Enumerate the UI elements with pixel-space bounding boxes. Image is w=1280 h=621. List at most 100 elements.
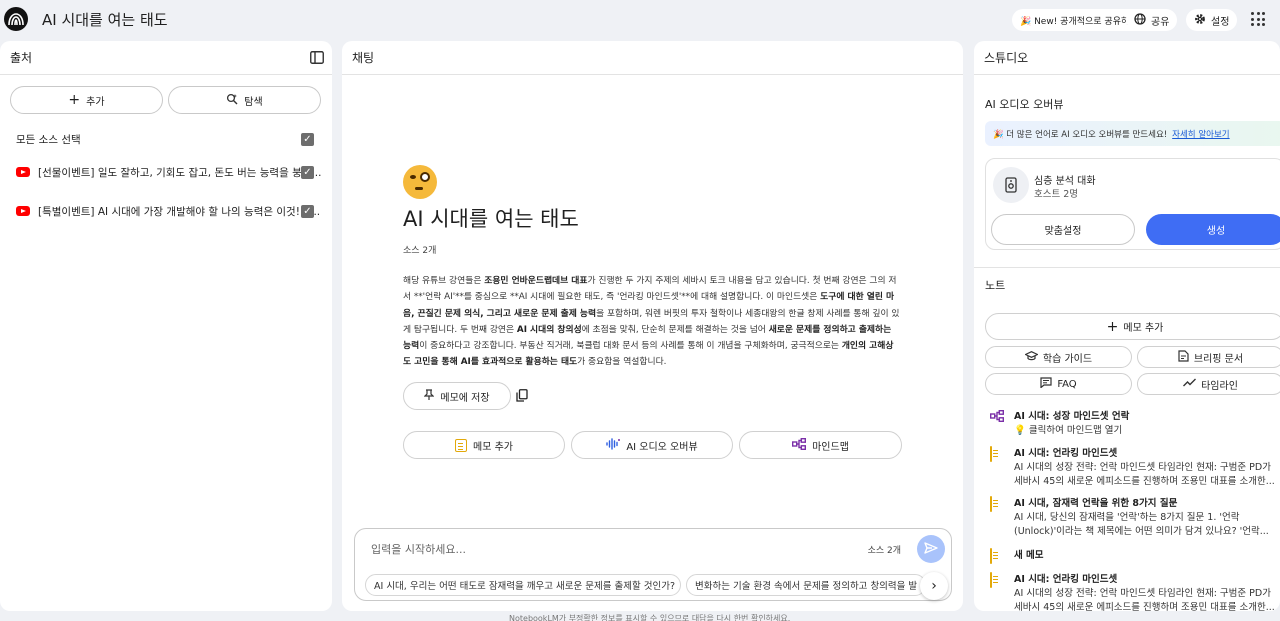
source-item-title: [선물이벤트] 일도 잘하고, 기회도 잡고, 돈도 버는 능력을 붕인...: [38, 166, 322, 179]
document-icon: [990, 446, 992, 462]
timeline-label: 타임라인: [1201, 380, 1238, 392]
explore-sources-button[interactable]: 탐색: [168, 86, 321, 114]
share-label: 공유: [1151, 16, 1170, 28]
globe-icon: [1134, 12, 1146, 28]
chat-input[interactable]: 입력을 시작하세요...: [371, 541, 466, 557]
add-note-label: 메모 추가: [1123, 323, 1164, 334]
save-to-note-label: 메모에 저장: [440, 392, 490, 404]
note-item[interactable]: 새 메모: [990, 547, 1280, 565]
explore-label: 탐색: [244, 96, 263, 108]
input-source-count: 소스 2개: [867, 546, 901, 556]
notebook-summary: 해당 유튜브 강연들은 조용민 언바운드랩데브 대표가 진행한 두 가지 주제의…: [403, 273, 901, 371]
note-preview: 세바시 45의 새로운 에피소드를 진행하며 조용민 대표를 소개한...: [1014, 476, 1275, 487]
faq-label: FAQ: [1057, 378, 1077, 390]
mindmap-icon: [989, 409, 1005, 423]
document-edit-icon: [1178, 349, 1189, 365]
note-preview: (Unlock)'이라는 책 제목에는 어떤 의미가 담겨 있나요? '언락..…: [1014, 526, 1269, 537]
source-checkbox[interactable]: ✓: [301, 205, 314, 218]
mindmap-label: 마인드맵: [812, 441, 849, 453]
note-item[interactable]: AI 시대, 잠재력 언락을 위한 8가지 질문 AI 시대, 당신의 잠재력을…: [990, 495, 1280, 539]
note-preview: 💡 클릭하여 마인드맵 열기: [1014, 425, 1123, 436]
audio-file-icon: [993, 167, 1029, 203]
note-doc-icon: [455, 438, 467, 452]
note-preview: AI 시대의 성장 전략: 언락 마인드셋 타임라인 현재: 구범준 PD가: [1014, 588, 1271, 599]
apps-grid-icon[interactable]: [1251, 12, 1265, 26]
document-icon: [990, 496, 992, 512]
top-bar: AI 시대를 여는 태도 🎉 New! 공개적으로 공유하기 공유 설정: [0, 0, 1280, 38]
add-source-button[interactable]: + 추가: [10, 86, 163, 114]
faq-button[interactable]: FAQ: [985, 373, 1132, 395]
thinking-face-emoji-icon: [403, 165, 437, 199]
summary-bold-text: AI 시대의 창의성: [516, 324, 582, 335]
suggested-question[interactable]: AI 시대, 우리는 어떤 태도로 잠재력을 깨우고 새로운 문제를 출제할 것…: [365, 574, 681, 596]
suggested-question-text: 변화하는 기술 환경 속에서 문제를 정의하고 창의력을 발: [695, 581, 918, 592]
audio-overview-button[interactable]: AI 오디오 오버뷰: [571, 431, 733, 459]
chat-input-box: 입력을 시작하세요... 소스 2개 AI 시대, 우리는 어떤 태도로 잠재력…: [354, 528, 952, 601]
note-item[interactable]: AI 시대: 성장 마인드셋 언락 💡 클릭하여 마인드맵 열기: [989, 408, 1280, 438]
language-banner: 🎉 더 많은 언어로 AI 오디오 오버뷰를 만드세요! 자세히 알아보기: [985, 121, 1280, 146]
add-note-button[interactable]: + 메모 추가: [985, 313, 1280, 340]
customize-button[interactable]: 맞춤설정: [991, 214, 1135, 245]
source-item[interactable]: [선물이벤트] 일도 잘하고, 기회도 잡고, 돈도 버는 능력을 붕인...: [16, 162, 321, 182]
studio-title: 스튜디오: [984, 51, 1029, 65]
briefing-doc-button[interactable]: 브리핑 문서: [1137, 346, 1280, 368]
mindmap-button[interactable]: 마인드맵: [739, 431, 902, 459]
suggested-question[interactable]: 변화하는 기술 환경 속에서 문제를 정의하고 창의력을 발: [686, 574, 926, 596]
audio-title: 심층 분석 대화: [1034, 176, 1096, 187]
notebook-title[interactable]: AI 시대를 여는 태도: [42, 9, 168, 30]
note-preview: 세바시 45의 새로운 에피소드를 진행하며 조용민 대표를 소개한...: [1014, 602, 1275, 611]
suggested-question-text: AI 시대, 우리는 어떤 태도로 잠재력을 깨우고 새로운 문제를 출제할 것…: [374, 581, 676, 592]
note-title: AI 시대: 성장 마인드셋 언락: [1014, 411, 1130, 422]
send-button[interactable]: [917, 535, 945, 563]
select-all-checkbox[interactable]: ✓: [301, 133, 314, 146]
audio-wave-icon: [606, 437, 621, 453]
note-item[interactable]: AI 시대: 언라킹 마인드셋 AI 시대의 성장 전략: 언락 마인드셋 타임…: [990, 571, 1280, 611]
copy-icon[interactable]: [516, 389, 528, 402]
notes-section-title: 노트: [985, 279, 1006, 292]
source-count: 소스 2개: [403, 246, 437, 256]
youtube-icon: [16, 206, 30, 216]
audio-overview-card: 심층 분석 대화 호스트 2명 맞춤설정 생성: [985, 158, 1280, 250]
share-button[interactable]: 공유: [1126, 9, 1178, 31]
chat-bubble-icon: [1040, 377, 1052, 391]
document-icon: [990, 548, 992, 564]
source-item-title: [특별이벤트] AI 시대에 가장 개발해야 할 나의 능력은 이것! | ..…: [38, 205, 321, 218]
pin-icon: [423, 388, 435, 404]
graduation-cap-icon: [1023, 350, 1039, 364]
plus-icon: +: [68, 92, 81, 108]
disclaimer-footnote: NotebookLM가 부정확한 정보를 표시할 수 있으므로 대답을 다시 한…: [509, 614, 791, 621]
notebook-heading: AI 시대를 여는 태도: [403, 207, 579, 231]
timeline-button[interactable]: 타임라인: [1137, 373, 1280, 395]
study-guide-button[interactable]: 학습 가이드: [985, 346, 1132, 368]
note-title: AI 시대: 언라킹 마인드셋: [1014, 574, 1118, 585]
note-title: AI 시대, 잠재력 언락을 위한 8가지 질문: [1014, 498, 1178, 509]
settings-button[interactable]: 설정: [1186, 9, 1238, 31]
notebooklm-logo-icon[interactable]: [4, 7, 28, 31]
search-sparkle-icon: [226, 93, 238, 108]
note-preview: AI 시대의 성장 전략: 언락 마인드셋 타임라인 현재: 구범준 PD가: [1014, 462, 1271, 473]
collapse-panel-icon[interactable]: [310, 51, 324, 67]
studio-header: 스튜디오: [974, 41, 1280, 75]
note-title: AI 시대: 언라킹 마인드셋: [1014, 448, 1118, 459]
audio-hosts: 호스트 2명: [1034, 189, 1079, 200]
summary-text: 가 중요함을 역설합니다.: [577, 357, 667, 368]
sources-panel: 출처 + 추가 탐색 모든 소스 선택 ✓ [선물이벤트] 일도 잘하고, 기회…: [0, 41, 332, 611]
chat-panel: 채팅 AI 시대를 여는 태도 소스 2개 해당 유튜브 강연들은 조용민 언바…: [342, 41, 963, 611]
sources-header: 출처: [0, 41, 332, 75]
chat-header: 채팅: [342, 41, 963, 75]
generate-button[interactable]: 생성: [1146, 214, 1280, 245]
note-item[interactable]: AI 시대: 언라킹 마인드셋 AI 시대의 성장 전략: 언락 마인드셋 타임…: [990, 445, 1280, 489]
audio-overview-section-title: AI 오디오 오버뷰: [985, 98, 1064, 111]
notebook-guide: AI 시대를 여는 태도 소스 2개 해당 유튜브 강연들은 조용민 언바운드랩…: [403, 165, 903, 371]
mindmap-icon: [792, 437, 807, 453]
save-to-note-button[interactable]: 메모에 저장: [403, 382, 511, 410]
add-note-button[interactable]: 메모 추가: [403, 431, 565, 459]
source-item[interactable]: [특별이벤트] AI 시대에 가장 개발해야 할 나의 능력은 이것! | ..…: [16, 201, 320, 221]
source-checkbox[interactable]: ✓: [301, 166, 314, 179]
chat-title: 채팅: [352, 51, 375, 65]
briefing-doc-label: 브리핑 문서: [1193, 353, 1244, 365]
next-suggestions-button[interactable]: ›: [920, 572, 948, 600]
document-icon: [990, 572, 992, 588]
learn-more-link[interactable]: 자세히 알아보기: [1172, 128, 1229, 140]
section-divider: [974, 267, 1280, 268]
